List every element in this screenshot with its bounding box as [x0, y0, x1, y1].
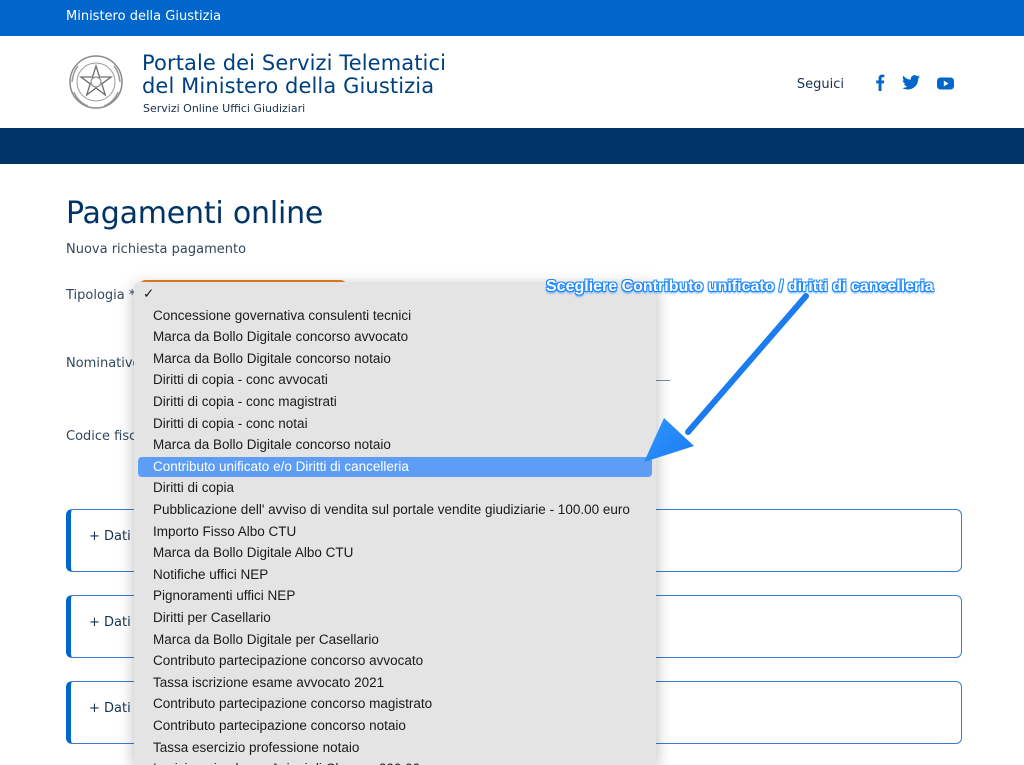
dropdown-option[interactable]: Pubblicazione dell' avviso di vendita su…: [138, 500, 652, 520]
navigation-bar: [0, 128, 1024, 164]
tipologia-dropdown-list[interactable]: ✓ Concessione governativa consulenti tecn…: [134, 282, 656, 765]
dropdown-option[interactable]: Marca da Bollo Digitale Albo CTU: [138, 543, 652, 563]
follow-label: Seguici: [796, 77, 844, 92]
page-title: Pagamenti online: [66, 196, 324, 231]
page-subtitle: Nuova richiesta pagamento: [66, 242, 247, 257]
slim-header: Ministero della Giustizia: [0, 0, 1024, 36]
dropdown-option[interactable]: Contributo unificato e/o Diritti di canc…: [138, 456, 652, 477]
dropdown-option[interactable]: Diritti di copia: [138, 478, 652, 498]
dropdown-option[interactable]: Iscrizione in elenco Azioni di Classe - …: [138, 759, 652, 765]
nominativo-label: Nominativo: [66, 356, 141, 371]
facebook-icon[interactable]: [875, 74, 885, 95]
dropdown-option[interactable]: Contributo partecipazione concorso notai…: [138, 716, 652, 736]
portal-subtitle: Servizi Online Uffici Giudiziari: [143, 102, 306, 115]
dropdown-option[interactable]: Tassa iscrizione esame avvocato 2021: [138, 673, 652, 693]
dropdown-option[interactable]: Pignoramenti uffici NEP: [138, 586, 652, 606]
portal-title-line-2: del Ministero della Giustizia: [142, 74, 435, 98]
tipologia-label: Tipologia *: [66, 288, 136, 303]
portal-title-line-1: Portale dei Servizi Telematici: [142, 51, 447, 75]
republic-emblem-icon: [69, 55, 123, 109]
dropdown-option[interactable]: Diritti di copia - conc notai: [138, 414, 652, 434]
dropdown-option[interactable]: Marca da Bollo Digitale concorso avvocat…: [138, 327, 652, 347]
ministry-link[interactable]: Ministero della Giustizia: [66, 9, 221, 24]
dropdown-option[interactable]: Tassa esercizio professione notaio: [138, 738, 652, 758]
dropdown-option[interactable]: Diritti di copia - conc magistrati: [138, 392, 652, 412]
dropdown-option[interactable]: Notifiche uffici NEP: [138, 565, 652, 585]
social-links: Seguici: [797, 74, 954, 95]
dropdown-option[interactable]: Marca da Bollo Digitale per Casellario: [138, 630, 652, 650]
dropdown-option[interactable]: Concessione governativa consulenti tecni…: [138, 306, 652, 326]
dropdown-option[interactable]: Contributo partecipazione concorso magis…: [138, 694, 652, 714]
dropdown-option[interactable]: Contributo partecipazione concorso avvoc…: [138, 651, 652, 671]
dropdown-option[interactable]: Diritti per Casellario: [138, 608, 652, 628]
dropdown-option[interactable]: Importo Fisso Albo CTU: [138, 522, 652, 542]
youtube-icon[interactable]: [937, 75, 954, 94]
center-header: Portale dei Servizi Telematici del Minis…: [0, 36, 1024, 128]
twitter-icon[interactable]: [902, 75, 920, 94]
dropdown-option[interactable]: Marca da Bollo Digitale concorso notaio: [138, 435, 652, 455]
dropdown-option[interactable]: Marca da Bollo Digitale concorso notaio: [138, 349, 652, 369]
codice-fiscale-label: Codice fisc: [66, 429, 137, 444]
portal-title[interactable]: Portale dei Servizi Telematici del Minis…: [142, 52, 446, 98]
annotation-text: Scegliere Contributo unificato / diritti…: [546, 278, 934, 295]
dropdown-option[interactable]: Diritti di copia - conc avvocati: [138, 370, 652, 390]
